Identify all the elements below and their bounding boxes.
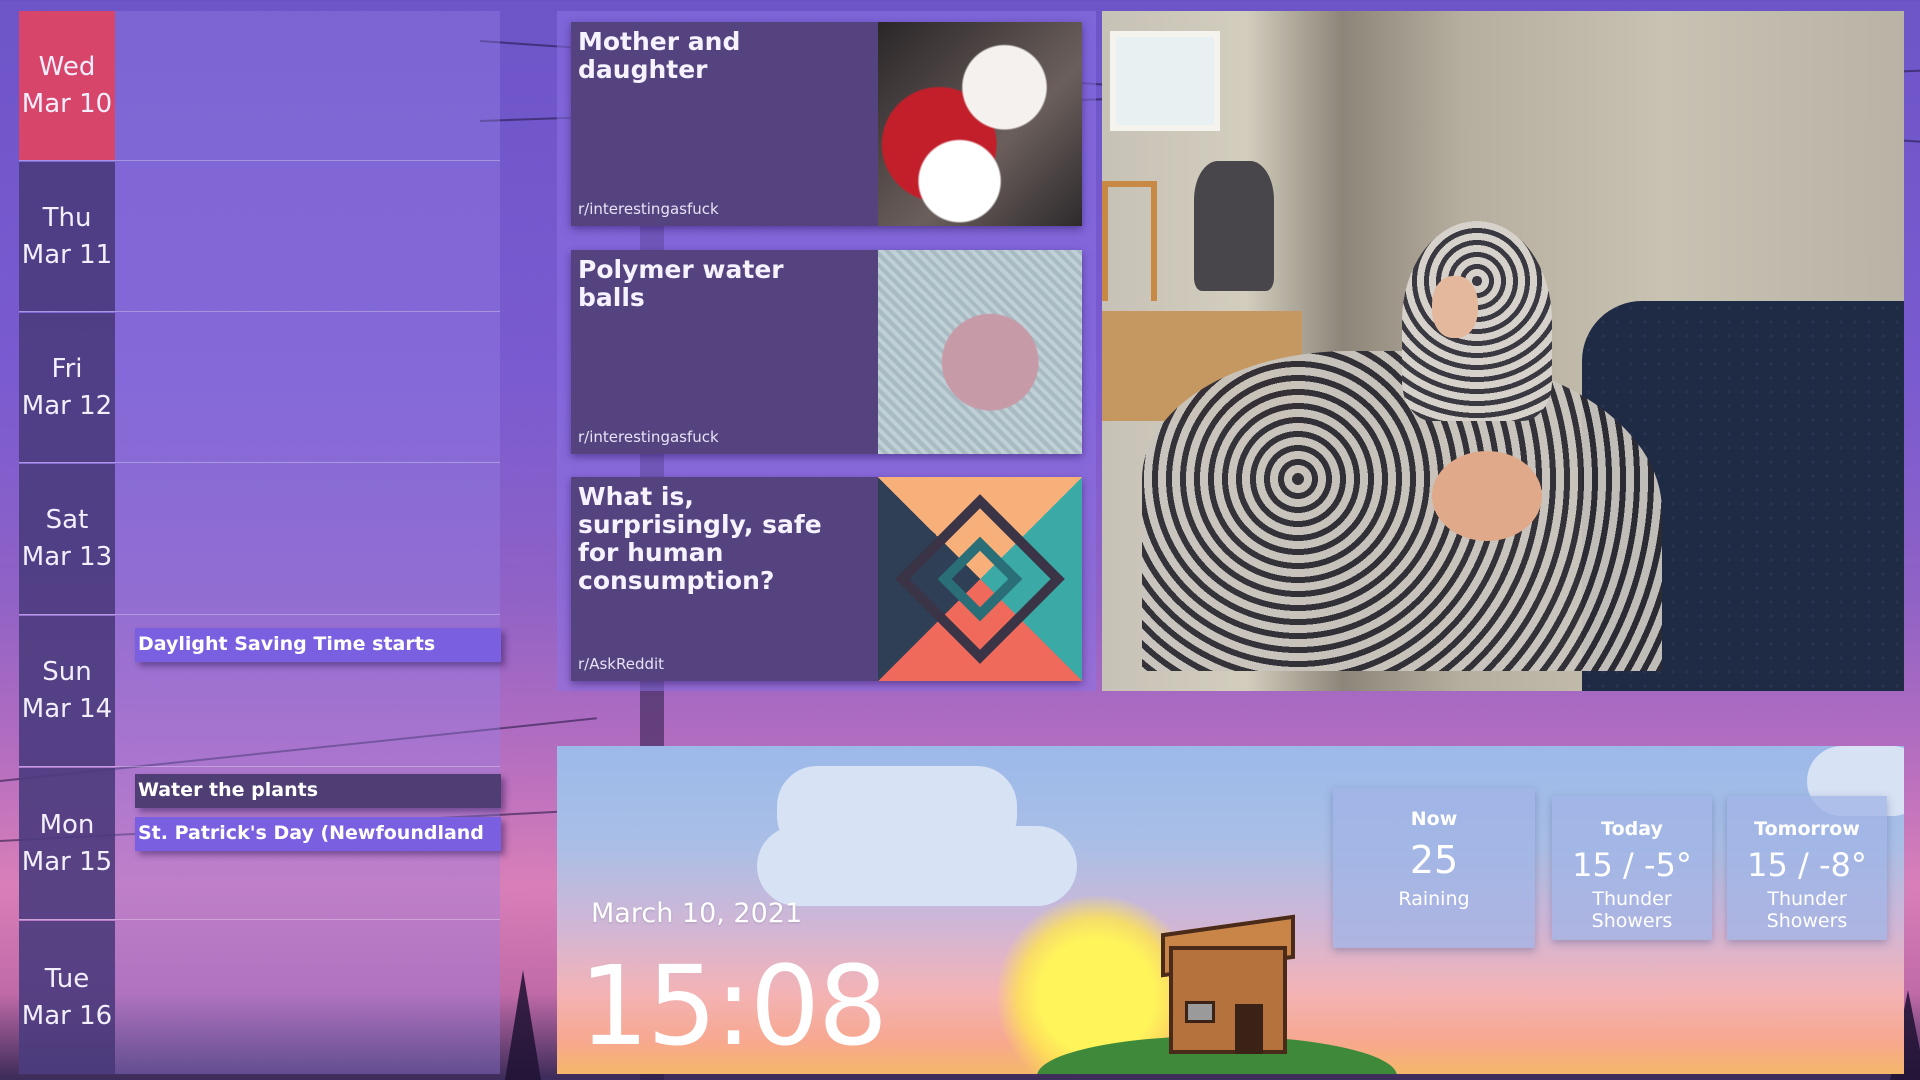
reddit-post-card[interactable]: Polymer water balls r/interestingasfuck <box>571 250 1082 454</box>
day-weekday: Tue <box>44 963 90 994</box>
weather-label: Now <box>1410 808 1458 830</box>
post-title: Mother and daughter <box>578 27 741 84</box>
calendar-event[interactable]: Daylight Saving Time starts <box>135 628 501 662</box>
reddit-post-card[interactable]: Mother and daughter r/interestingasfuck <box>571 22 1082 226</box>
day-label: Fri Mar 12 <box>19 313 115 462</box>
weather-condition: Raining <box>1398 888 1470 910</box>
weather-value: 25 <box>1409 838 1459 882</box>
cloud-icon <box>757 826 1077 906</box>
tree-silhouette <box>505 970 541 1080</box>
cats-photo-icon <box>878 22 1082 226</box>
day-weekday: Mon <box>39 809 95 840</box>
day-date: Mar 15 <box>21 846 113 877</box>
day-weekday: Fri <box>51 353 83 384</box>
day-date: Mar 16 <box>21 1000 113 1031</box>
photo-frame <box>1102 11 1904 691</box>
cabin-icon <box>1169 946 1287 1054</box>
calendar-event[interactable]: St. Patrick's Day (Newfoundland <box>135 817 501 851</box>
calendar-event[interactable]: Water the plants <box>135 774 501 808</box>
photo-blanket <box>1142 351 1662 671</box>
calendar-day-row[interactable]: Sat Mar 13 <box>19 464 500 615</box>
cabin-window <box>1185 1001 1215 1023</box>
day-weekday: Wed <box>38 51 96 82</box>
weather-condition: Thunder Showers <box>1591 888 1673 932</box>
water-balls-photo-icon <box>878 250 1082 454</box>
day-label: Tue Mar 16 <box>19 921 115 1074</box>
calendar-day-row[interactable]: Tue Mar 16 <box>19 921 500 1074</box>
photo-jacket <box>1194 161 1274 291</box>
post-subreddit: r/interestingasfuck <box>578 428 719 446</box>
day-weekday: Thu <box>42 202 92 233</box>
post-subreddit: r/interestingasfuck <box>578 200 719 218</box>
day-date: Mar 14 <box>21 694 113 724</box>
calendar-panel: Wed Mar 10 Thu Mar 11 Fri Mar 12 Sat Mar… <box>19 11 501 1074</box>
current-date: March 10, 2021 <box>591 898 803 929</box>
weather-label: Tomorrow <box>1754 818 1860 840</box>
weather-condition: Thunder Showers <box>1766 888 1848 932</box>
day-date: Mar 10 <box>21 88 113 119</box>
weather-label: Today <box>1601 818 1663 840</box>
post-subreddit: r/AskReddit <box>578 655 665 673</box>
calendar-day-row[interactable]: Sun Mar 14 Daylight Saving Time starts <box>19 616 501 767</box>
day-date: Mar 12 <box>21 390 113 421</box>
weather-tomorrow-card[interactable]: Tomorrow 15 / -8° Thunder Showers <box>1727 796 1887 940</box>
day-label: Mon Mar 15 <box>19 768 115 919</box>
photo-window <box>1110 31 1220 131</box>
cabin-door <box>1235 1004 1263 1054</box>
current-time: 15:08 <box>579 942 888 1070</box>
photo-knee <box>1432 451 1542 541</box>
photo-child <box>1402 221 1552 421</box>
weather-value: 15 / -8° <box>1747 846 1867 884</box>
day-label: Sun Mar 14 <box>19 616 115 766</box>
reddit-post-card[interactable]: What is, surprisingly, safe for human co… <box>571 477 1082 681</box>
reddit-feed-panel: Mother and daughter r/interestingasfuck … <box>557 11 1096 691</box>
day-label: Sat Mar 13 <box>19 464 115 614</box>
weather-today-card[interactable]: Today 15 / -5° Thunder Showers <box>1552 796 1712 940</box>
photo-chair <box>1102 181 1157 301</box>
geometric-art-icon <box>878 477 1082 681</box>
day-date: Mar 13 <box>21 542 113 572</box>
day-weekday: Sun <box>42 657 92 687</box>
weather-value: 15 / -5° <box>1572 846 1692 884</box>
day-weekday: Sat <box>45 505 89 535</box>
weather-clock-panel: March 10, 2021 15:08 Now 25 Raining Toda… <box>557 746 1904 1074</box>
weather-now-card[interactable]: Now 25 Raining <box>1333 788 1535 948</box>
day-date: Mar 11 <box>21 239 113 270</box>
calendar-day-row[interactable]: Fri Mar 12 <box>19 313 500 463</box>
photo-face <box>1432 276 1478 338</box>
day-label: Wed Mar 10 <box>19 11 115 160</box>
calendar-day-row[interactable]: Thu Mar 11 <box>19 162 500 312</box>
post-title: What is, surprisingly, safe for human co… <box>578 482 822 595</box>
calendar-day-row[interactable]: Wed Mar 10 <box>19 11 500 161</box>
day-label: Thu Mar 11 <box>19 162 115 311</box>
post-title: Polymer water balls <box>578 255 784 312</box>
calendar-day-row[interactable]: Mon Mar 15 Water the plants St. Patrick'… <box>19 768 501 920</box>
